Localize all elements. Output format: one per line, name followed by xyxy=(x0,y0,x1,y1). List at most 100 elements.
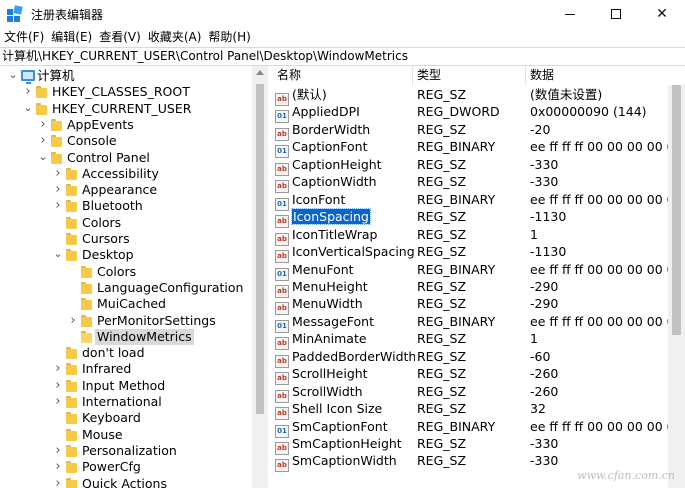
tree-item[interactable]: International xyxy=(0,394,252,410)
tree-item[interactable]: Cursors xyxy=(0,231,252,247)
value-row[interactable]: ab (默认) REG_SZ (数值未设置) xyxy=(273,86,668,106)
value-row[interactable]: ab SmCaptionHeight REG_SZ -330 xyxy=(273,435,668,455)
tree-item-label: Keyboard xyxy=(82,410,141,426)
value-name: CaptionWidth xyxy=(292,174,377,190)
tree-scroll-thumb[interactable] xyxy=(256,84,264,414)
chevron-right-icon[interactable] xyxy=(23,84,33,100)
chevron-right-icon[interactable] xyxy=(68,313,78,329)
value-row[interactable]: ab PaddedBorderWidth REG_SZ -60 xyxy=(273,348,668,368)
chevron-down-icon[interactable] xyxy=(8,68,18,84)
address-bar[interactable]: 计算机\HKEY_CURRENT_USER\Control Panel\Desk… xyxy=(0,47,685,66)
chevron-right-icon[interactable] xyxy=(53,394,63,410)
value-type: REG_SZ xyxy=(417,244,467,260)
tree-item[interactable]: MuiCached xyxy=(0,296,252,312)
tree-item[interactable]: PerMonitorSettings xyxy=(0,313,252,329)
tree-item-label: Cursors xyxy=(82,231,130,246)
folder-icon xyxy=(66,347,77,360)
tree-item[interactable]: don't load xyxy=(0,345,252,361)
value-row[interactable]: 01 IconFont REG_BINARY ee ff ff ff 00 00 00… xyxy=(273,191,670,211)
folder-icon xyxy=(66,396,77,408)
chevron-right-icon[interactable] xyxy=(53,378,63,394)
tree-item-label: LanguageConfiguration xyxy=(97,279,244,295)
scroll-up-icon[interactable] xyxy=(256,70,264,75)
tree-item[interactable]: Mouse xyxy=(0,427,252,443)
tree-item[interactable]: LanguageConfiguration xyxy=(0,280,252,296)
tree-item[interactable]: Bluetooth xyxy=(0,198,252,214)
chevron-down-icon[interactable] xyxy=(53,247,63,263)
tree-item-label: WindowMetrics xyxy=(95,328,194,345)
value-row[interactable]: ab MinAnimate REG_SZ 1 xyxy=(273,330,668,351)
tree-item[interactable]: Accessibility xyxy=(0,166,252,182)
menu-help[interactable]: 帮助(H) xyxy=(204,28,253,47)
chevron-right-icon[interactable] xyxy=(53,166,63,182)
tree-item[interactable]: AppEvents xyxy=(0,117,252,133)
value-row[interactable]: ab CaptionHeight REG_SZ -330 xyxy=(273,156,668,176)
value-name: MenuWidth xyxy=(292,296,363,312)
chevron-right-icon[interactable] xyxy=(38,117,48,133)
chevron-right-icon[interactable] xyxy=(38,133,48,149)
column-header-data[interactable]: 数据 xyxy=(526,66,676,85)
maximize-button[interactable] xyxy=(593,0,639,28)
value-name: AppliedDPI xyxy=(292,104,360,120)
value-data: 1 xyxy=(530,331,538,347)
tree-item[interactable]: Desktop xyxy=(0,247,252,263)
minimize-button[interactable] xyxy=(547,0,593,28)
menu-edit[interactable]: 编辑(E) xyxy=(47,28,95,47)
tree-item[interactable]: Quick Actions xyxy=(0,476,252,488)
value-row[interactable]: ab IconTitleWrap REG_SZ 1 xyxy=(273,226,668,246)
tree-item[interactable]: 计算机 xyxy=(0,68,252,84)
tree-scrollbar[interactable] xyxy=(252,66,268,488)
value-row[interactable]: ab MenuHeight REG_SZ -290 xyxy=(273,278,668,298)
value-row[interactable]: ab CaptionWidth REG_SZ -330 xyxy=(273,173,668,194)
tree-item[interactable]: PowerCfg xyxy=(0,459,252,475)
tree-item[interactable]: Appearance xyxy=(0,182,252,198)
chevron-right-icon[interactable] xyxy=(53,459,63,475)
chevron-down-icon[interactable] xyxy=(38,150,48,166)
tree-item[interactable]: Input Method xyxy=(0,378,252,394)
value-row[interactable]: ab MenuWidth REG_SZ -290 xyxy=(273,295,668,316)
value-row[interactable]: ab IconSpacing REG_SZ -1130 xyxy=(273,208,668,229)
menu-view[interactable]: 查看(V) xyxy=(95,28,144,47)
chevron-down-icon[interactable] xyxy=(23,101,33,117)
value-row[interactable]: ab BorderWidth REG_SZ -20 xyxy=(273,121,668,141)
values-scroll-thumb[interactable] xyxy=(672,85,681,335)
value-row[interactable]: ab IconVerticalSpacing REG_SZ -1130 xyxy=(273,243,668,264)
value-row[interactable]: ab Shell Icon Size REG_SZ 32 xyxy=(273,400,668,421)
value-row[interactable]: ab ScrollWidth REG_SZ -260 xyxy=(273,383,668,403)
tree-item[interactable]: Keyboard xyxy=(0,410,252,426)
tree-item[interactable]: WindowMetrics xyxy=(0,328,252,345)
value-data: 1 xyxy=(530,226,538,242)
tree-item[interactable]: HKEY_CLASSES_ROOT xyxy=(0,84,252,100)
chevron-right-icon[interactable] xyxy=(53,198,63,214)
chevron-right-icon[interactable] xyxy=(53,476,63,488)
value-data: -1130 xyxy=(530,209,567,225)
value-type: REG_SZ xyxy=(417,453,467,469)
column-header-name[interactable]: 名称 xyxy=(273,66,413,85)
value-row[interactable]: 01 MessageFont REG_BINARY ee ff ff ff 00 00… xyxy=(273,313,670,333)
tree-item[interactable]: Colors xyxy=(0,264,252,280)
value-row[interactable]: 01 CaptionFont REG_BINARY ee ff ff ff 00 00… xyxy=(273,138,670,159)
menu-favorites[interactable]: 收藏夹(A) xyxy=(144,28,205,47)
tree-item[interactable]: Console xyxy=(0,133,252,149)
chevron-right-icon[interactable] xyxy=(53,443,63,459)
folder-icon xyxy=(66,184,77,197)
tree-item[interactable]: Colors xyxy=(0,215,252,231)
value-row[interactable]: 01 MenuFont REG_BINARY ee ff ff ff 00 00 00… xyxy=(273,261,670,281)
menu-file[interactable]: 文件(F) xyxy=(0,28,47,47)
values-scrollbar[interactable] xyxy=(668,85,685,488)
menu-bar: 文件(F) 编辑(E) 查看(V) 收藏夹(A) 帮助(H) xyxy=(0,28,685,47)
value-row[interactable]: ab SmCaptionWidth REG_SZ -330 xyxy=(273,452,668,473)
value-row[interactable]: 01 AppliedDPI REG_DWORD 0x00000090 (144) xyxy=(273,103,668,124)
tree-item[interactable]: HKEY_CURRENT_USER xyxy=(0,101,252,117)
tree-item[interactable]: Control Panel xyxy=(0,150,252,166)
reg-string-icon: ab xyxy=(275,459,289,473)
key-tree: 计算机HKEY_CLASSES_ROOTHKEY_CURRENT_USERApp… xyxy=(0,66,268,488)
value-row[interactable]: 01 SmCaptionFont REG_BINARY ee ff ff ff 00 … xyxy=(273,418,670,438)
tree-item[interactable]: Infrared xyxy=(0,361,252,377)
value-row[interactable]: ab ScrollHeight REG_SZ -260 xyxy=(273,365,668,386)
tree-item[interactable]: Personalization xyxy=(0,443,252,459)
close-button[interactable]: ✕ xyxy=(639,0,685,28)
chevron-right-icon[interactable] xyxy=(53,182,63,198)
chevron-right-icon[interactable] xyxy=(53,361,63,377)
column-header-type[interactable]: 类型 xyxy=(413,66,526,85)
